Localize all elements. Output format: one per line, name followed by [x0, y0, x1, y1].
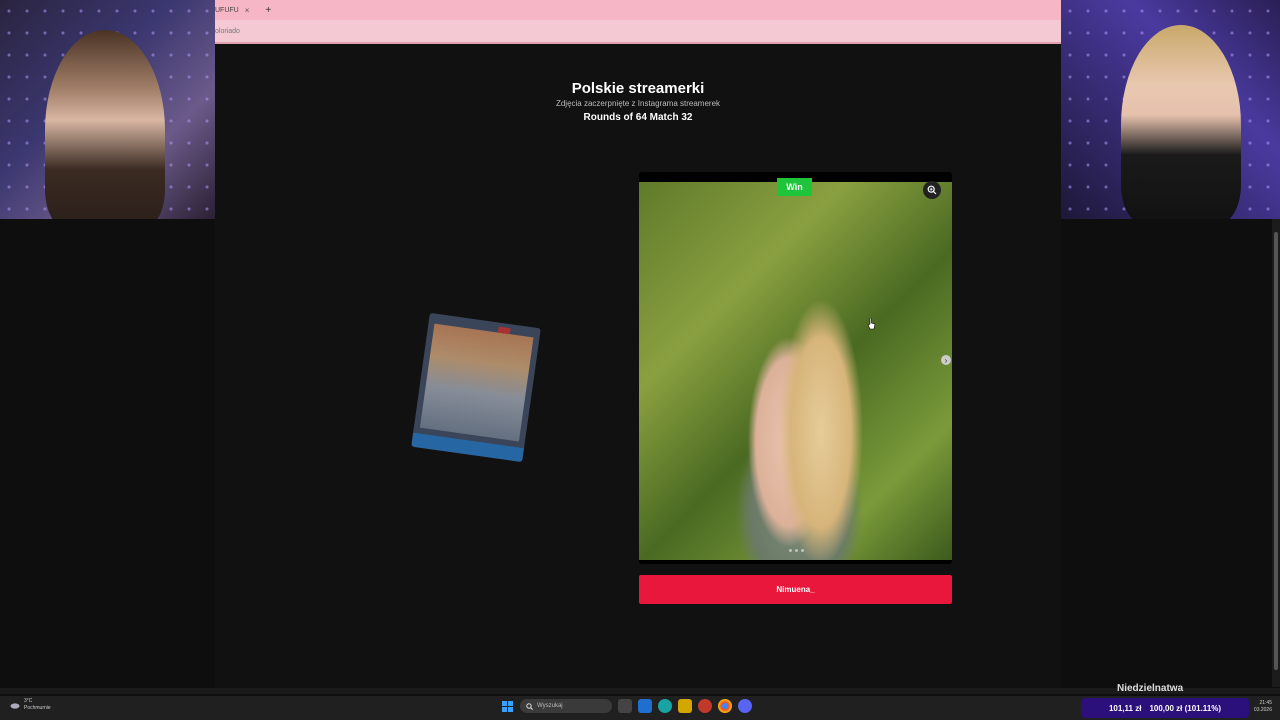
- stream-overlay-text: Niedzielnatwa: [1117, 683, 1184, 694]
- donation-current: 101,11 zł: [1108, 703, 1142, 713]
- win-badge: Win: [777, 178, 812, 196]
- streamer-right: [1121, 25, 1241, 219]
- new-tab-button[interactable]: +: [265, 5, 271, 16]
- system-clock[interactable]: 21:45 03.2026: [1250, 700, 1272, 714]
- winner-name-button[interactable]: Nimuena_: [639, 575, 952, 604]
- page-title: Polskie streamerki: [571, 80, 705, 97]
- taskbar-apps: Wyszukaj: [500, 699, 752, 713]
- page-header: Polskie streamerki Zdjęcia zaczerpnięte …: [215, 80, 1061, 123]
- carousel-dot[interactable]: [789, 549, 792, 552]
- browser-window: UFUFU × + oloriado Polskie streamerki Zd…: [215, 0, 1061, 688]
- horizontal-scrollbar[interactable]: [0, 688, 1280, 694]
- weather-widget[interactable]: 3°C Pochmurnie: [10, 698, 51, 712]
- app-icon[interactable]: [678, 699, 692, 713]
- carousel-dots: [789, 549, 804, 552]
- close-tab-icon[interactable]: ×: [245, 6, 250, 15]
- app-icon[interactable]: [698, 699, 712, 713]
- clock-time: 21:45: [1259, 700, 1272, 706]
- loser-photo: [419, 323, 534, 442]
- clock-date: 03.2026: [1253, 707, 1272, 713]
- winner-photo[interactable]: [639, 182, 952, 560]
- winner-card[interactable]: Win ›: [639, 172, 952, 564]
- address-text: oloriado: [215, 27, 240, 35]
- webcam-right: [1061, 0, 1280, 219]
- weather-temp: 3°C: [24, 698, 33, 704]
- donation-goal-bar: 101,11 zł 100,00 zł (101.11%): [1081, 698, 1249, 718]
- tab-title: UFUFU: [215, 6, 239, 14]
- address-bar[interactable]: oloriado: [215, 20, 1061, 44]
- pointer-cursor-icon: [867, 318, 876, 330]
- tab-bar: UFUFU × +: [215, 0, 1061, 20]
- search-placeholder: Wyszukaj: [537, 703, 563, 709]
- carousel-dot[interactable]: [801, 549, 804, 552]
- edge-icon[interactable]: [658, 699, 672, 713]
- scroll-thumb[interactable]: [1274, 232, 1278, 670]
- browser-tab[interactable]: UFUFU ×: [215, 0, 257, 20]
- discord-icon[interactable]: [738, 699, 752, 713]
- chevron-right-icon[interactable]: ›: [941, 355, 951, 365]
- weather-desc: Pochmurnie: [24, 705, 51, 711]
- task-view-icon[interactable]: [618, 699, 632, 713]
- search-icon: [526, 702, 533, 710]
- zoom-icon[interactable]: [923, 181, 941, 199]
- loser-card: [411, 312, 541, 463]
- streamer-left: [45, 30, 165, 219]
- page-subtitle: Zdjęcia zaczerpnięte z Instagrama stream…: [555, 99, 721, 108]
- carousel-dot[interactable]: [795, 549, 798, 552]
- webcam-left: [0, 0, 215, 219]
- round-info: Rounds of 64 Match 32: [583, 112, 693, 123]
- donation-goal: 100,00 zł (101.11%): [1149, 703, 1222, 713]
- outlook-icon[interactable]: [638, 699, 652, 713]
- taskbar-search[interactable]: Wyszukaj: [520, 699, 612, 713]
- cloud-icon: [10, 703, 20, 709]
- windows-start-icon[interactable]: [500, 699, 514, 713]
- chrome-icon[interactable]: [718, 699, 732, 713]
